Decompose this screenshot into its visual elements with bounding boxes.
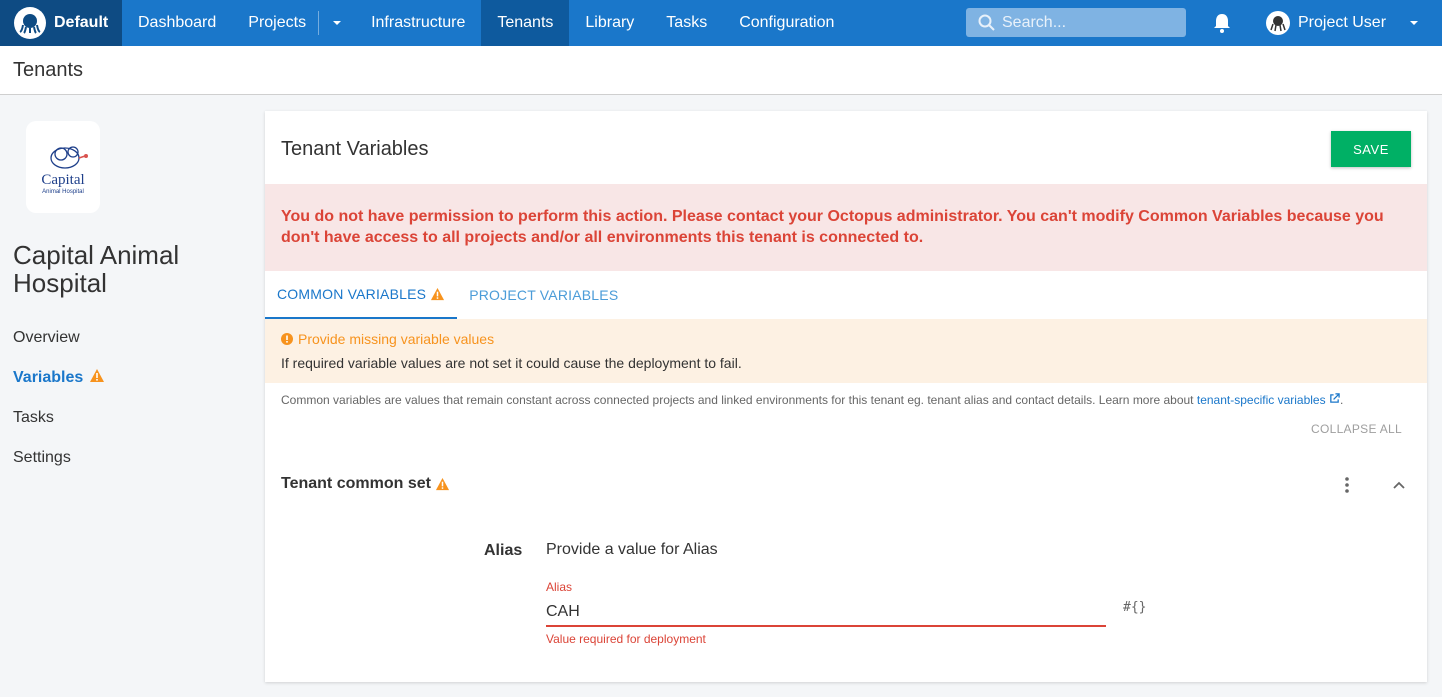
sidebar-item-settings[interactable]: Settings [13,448,105,488]
logo-subtext: Animal Hospital [42,188,84,195]
sidebar-item-tasks[interactable]: Tasks [13,408,105,448]
space-name: Default [54,14,109,31]
tenant-name: Capital Animal Hospital [13,240,180,298]
common-variables-description: Common variables are values that remain … [281,393,1344,407]
page-header: Tenants [0,46,1442,95]
sidebar-item-label: Overview [13,329,80,346]
sidebar-item-label: Tasks [13,409,54,426]
nav-tenants[interactable]: Tenants [481,0,570,46]
search-icon [978,14,995,31]
card-title: Tenant Variables [281,138,429,160]
alias-input[interactable] [546,599,1106,627]
sidebar-item-label: Variables [13,369,84,386]
missing-values-warning: Provide missing variable values If requi… [265,319,1427,383]
notification-bell-icon[interactable] [1212,12,1232,39]
warning-icon [431,287,445,300]
sidebar-item-label: Settings [13,449,71,466]
projects-dropdown-icon[interactable] [319,0,355,46]
logo-text: Capital [41,171,85,188]
nav-configuration[interactable]: Configuration [723,0,850,46]
top-nav: Default Dashboard Projects Infrastructur… [0,0,1442,46]
search-input[interactable]: Search... [966,8,1186,37]
description-text: Common variables are values that remain … [281,393,1197,407]
error-message: You do not have permission to perform th… [281,208,1384,246]
variable-binding-icon[interactable]: #{} [1123,600,1146,615]
warning-title-text: Provide missing variable values [298,331,495,347]
variable-set-header[interactable]: Tenant common set [281,475,450,493]
nav-library[interactable]: Library [569,0,650,46]
sidebar-item-overview[interactable]: Overview [13,328,105,368]
variable-name: Alias [484,542,523,559]
sidebar-nav: Overview Variables Tasks Settings [13,328,105,488]
exclamation-circle-icon [281,333,293,345]
variable-set-title: Tenant common set [281,475,431,492]
more-options-icon[interactable] [1341,475,1353,500]
warning-title: Provide missing variable values [281,331,1411,347]
variable-tabs: COMMON VARIABLES PROJECT VARIABLES [265,271,1427,319]
warning-icon [435,477,450,490]
nav-tasks[interactable]: Tasks [650,0,723,46]
alias-field-label: Alias [546,580,573,594]
collapse-all-button[interactable]: COLLAPSE ALL [1311,422,1402,436]
space-switcher[interactable]: Default [0,0,122,46]
warning-message: If required variable values are not set … [281,355,742,371]
tab-project-variables[interactable]: PROJECT VARIABLES [457,271,630,319]
user-menu[interactable]: Project User [1266,0,1420,46]
tenant-logo: Capital Animal Hospital [26,121,100,213]
nav-dashboard[interactable]: Dashboard [122,0,232,46]
chevron-up-icon[interactable] [1389,475,1409,500]
nav-projects[interactable]: Projects [232,0,318,46]
external-link-icon [1330,393,1340,403]
user-name: Project User [1298,14,1387,31]
alias-field-error: Value required for deployment [546,632,706,646]
nav-infrastructure[interactable]: Infrastructure [355,0,481,46]
octopus-logo-icon [14,7,46,39]
tab-common-variables[interactable]: COMMON VARIABLES [265,271,458,319]
warning-icon [90,369,105,382]
variable-hint: Provide a value for Alias [546,541,718,558]
sidebar-item-variables[interactable]: Variables [13,368,105,408]
page-title: Tenants [13,59,84,81]
dog-cat-logo-icon [50,145,88,169]
user-avatar-icon [1266,11,1290,35]
search-placeholder: Search... [1002,13,1067,31]
tab-label: COMMON VARIABLES [277,286,427,302]
tenant-specific-variables-link[interactable]: tenant-specific variables [1197,393,1340,407]
tab-label: PROJECT VARIABLES [469,287,619,303]
permission-error-banner: You do not have permission to perform th… [265,184,1427,271]
tenant-variables-card: Tenant Variables SAVE You do not have pe… [265,111,1427,682]
save-button[interactable]: SAVE [1331,131,1411,167]
user-dropdown-icon[interactable] [1408,17,1420,29]
